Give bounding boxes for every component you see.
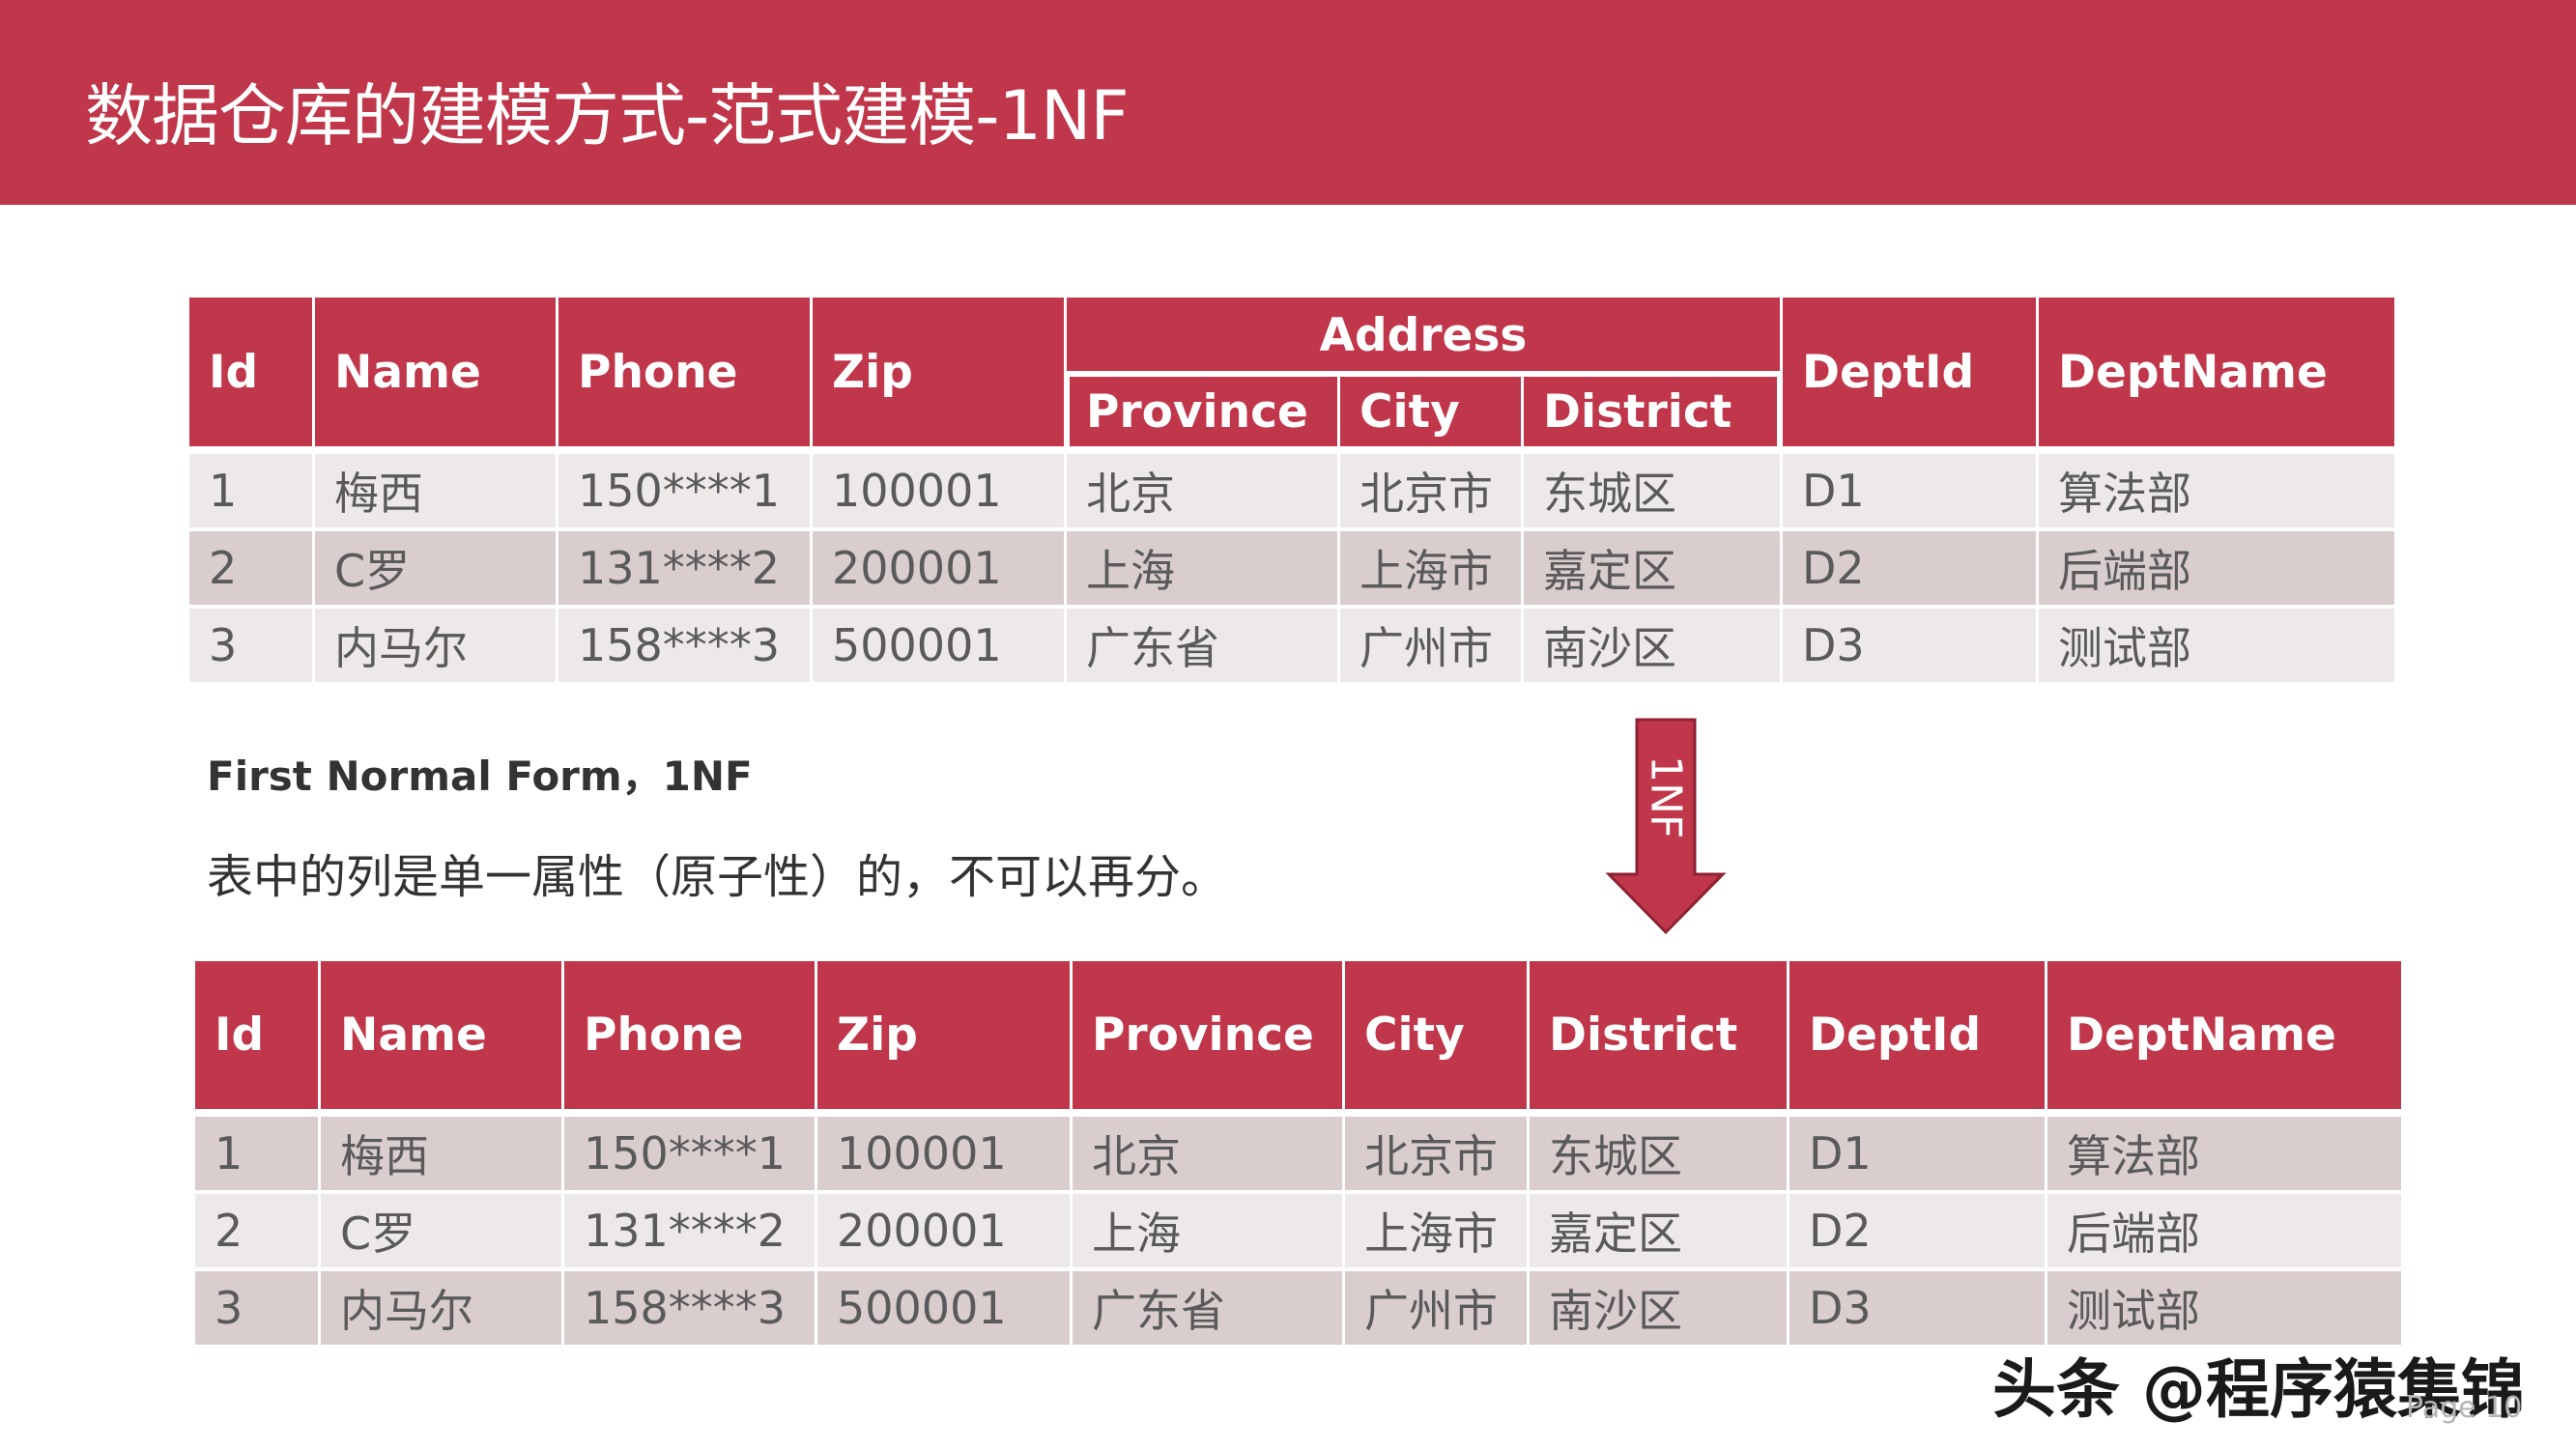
top_table-row-1-deptname: 算法部 bbox=[2039, 454, 2394, 527]
top_table-header-id: Id bbox=[189, 298, 312, 446]
top_table-row-1-province: 北京 bbox=[1067, 454, 1337, 527]
slide-title: 数据仓库的建模方式-范式建模-1NF bbox=[85, 76, 1130, 156]
top_table-row-2-phone: 131****2 bbox=[558, 531, 810, 605]
bottom_table-row-1-deptname: 算法部 bbox=[2047, 1117, 2401, 1190]
top_table-row-3-zip: 500001 bbox=[813, 609, 1064, 682]
top_table-header-address-group: Address bbox=[1067, 298, 1780, 373]
top_table-row-3-deptname: 测试部 bbox=[2039, 609, 2394, 682]
bottom_table-header-zip: Zip bbox=[817, 961, 1070, 1109]
bottom_table-row-2-province: 上海 bbox=[1073, 1194, 1342, 1267]
bottom_table-row-3-phone: 158****3 bbox=[564, 1271, 815, 1345]
arrow-label: 1NF bbox=[1641, 755, 1691, 839]
bottom_table-header-name: Name bbox=[321, 961, 561, 1109]
top_table-row-2-name: C罗 bbox=[315, 531, 556, 605]
top_table-row-3-city: 广州市 bbox=[1340, 609, 1521, 682]
bottom_table-header-phone: Phone bbox=[564, 961, 815, 1109]
top_table-row-2-district: 嘉定区 bbox=[1524, 531, 1780, 605]
bottom_table-row-2-deptid: D2 bbox=[1789, 1194, 2045, 1267]
bottom_table-row-1-name: 梅西 bbox=[321, 1117, 561, 1190]
top_table-row-3-province: 广东省 bbox=[1067, 609, 1337, 682]
top_table-row-1-zip: 100001 bbox=[813, 454, 1064, 527]
bottom_table-header-deptid: DeptId bbox=[1789, 961, 2045, 1109]
top_table-header-zip: Zip bbox=[813, 298, 1064, 446]
bottom_table-row-1-deptid: D1 bbox=[1789, 1117, 2045, 1190]
bottom_table-row-1-phone: 150****1 bbox=[564, 1117, 815, 1190]
top_table-row-3-deptid: D3 bbox=[1783, 609, 2036, 682]
top_table-row-1-name: 梅西 bbox=[315, 454, 556, 527]
bottom_table-row-3-name: 内马尔 bbox=[321, 1271, 561, 1345]
top_table-row-3-district: 南沙区 bbox=[1524, 609, 1780, 682]
bottom_table-row-2-district: 嘉定区 bbox=[1530, 1194, 1787, 1267]
bottom_table-header-district: District bbox=[1530, 961, 1787, 1109]
bottom_table-row-3-zip: 500001 bbox=[817, 1271, 1070, 1345]
top_table-row-1-city: 北京市 bbox=[1340, 454, 1521, 527]
top_table-row-1-district: 东城区 bbox=[1524, 454, 1780, 527]
top_table-header-phone: Phone bbox=[558, 298, 810, 446]
bottom_table-row-1-id: 1 bbox=[195, 1117, 318, 1190]
top_table-row-1-deptid: D1 bbox=[1783, 454, 2036, 527]
top_table-header-deptname: DeptName bbox=[2039, 298, 2394, 446]
definition-heading: First Normal Form，1NF bbox=[207, 753, 753, 800]
bottom_table-row-2-city: 上海市 bbox=[1345, 1194, 1527, 1267]
top_table-row-3-phone: 158****3 bbox=[558, 609, 810, 682]
bottom_table-row-1-city: 北京市 bbox=[1345, 1117, 1527, 1190]
top_table-row-2-id: 2 bbox=[189, 531, 312, 605]
bottom_table-row-2-id: 2 bbox=[195, 1194, 318, 1267]
bottom_table-row-2-zip: 200001 bbox=[817, 1194, 1070, 1267]
top_table-header-deptid: DeptId bbox=[1783, 298, 2036, 446]
bottom_table-header-city: City bbox=[1345, 961, 1527, 1109]
top_table-row-2-province: 上海 bbox=[1067, 531, 1337, 605]
bottom_table-header-deptname: DeptName bbox=[2047, 961, 2401, 1109]
top_table-header-name: Name bbox=[315, 298, 556, 446]
bottom_table-row-3-district: 南沙区 bbox=[1530, 1271, 1787, 1345]
bottom_table-row-2-name: C罗 bbox=[321, 1194, 561, 1267]
page-number: Page 10 bbox=[2406, 1391, 2523, 1425]
bottom_table-row-2-phone: 131****2 bbox=[564, 1194, 815, 1267]
bottom_table-header-id: Id bbox=[195, 961, 318, 1109]
top_table-row-2-city: 上海市 bbox=[1340, 531, 1521, 605]
bottom_table-header-province: Province bbox=[1073, 961, 1342, 1109]
definition-description: 表中的列是单一属性（原子性）的，不可以再分。 bbox=[207, 850, 1228, 904]
bottom_table-row-3-id: 3 bbox=[195, 1271, 318, 1345]
top_table-row-2-deptname: 后端部 bbox=[2039, 531, 2394, 605]
top_table-row-2-deptid: D2 bbox=[1783, 531, 2036, 605]
bottom_table-row-3-deptid: D3 bbox=[1789, 1271, 2045, 1345]
title-banner: 数据仓库的建模方式-范式建模-1NF bbox=[0, 0, 2576, 205]
bottom_table-row-1-province: 北京 bbox=[1073, 1117, 1342, 1190]
bottom_table-row-3-deptname: 测试部 bbox=[2047, 1271, 2401, 1345]
bottom_table-row-3-city: 广州市 bbox=[1345, 1271, 1527, 1345]
top_table-row-1-id: 1 bbox=[189, 454, 312, 527]
top_table-row-1-phone: 150****1 bbox=[558, 454, 810, 527]
top_table-row-2-zip: 200001 bbox=[813, 531, 1064, 605]
address-subheader-frame bbox=[1064, 371, 1783, 450]
bottom_table-row-2-deptname: 后端部 bbox=[2047, 1194, 2401, 1267]
top_table-row-3-id: 3 bbox=[189, 609, 312, 682]
bottom_table-row-1-zip: 100001 bbox=[817, 1117, 1070, 1190]
bottom_table-row-1-district: 东城区 bbox=[1530, 1117, 1787, 1190]
top_table-row-3-name: 内马尔 bbox=[315, 609, 556, 682]
bottom_table-row-3-province: 广东省 bbox=[1073, 1271, 1342, 1345]
